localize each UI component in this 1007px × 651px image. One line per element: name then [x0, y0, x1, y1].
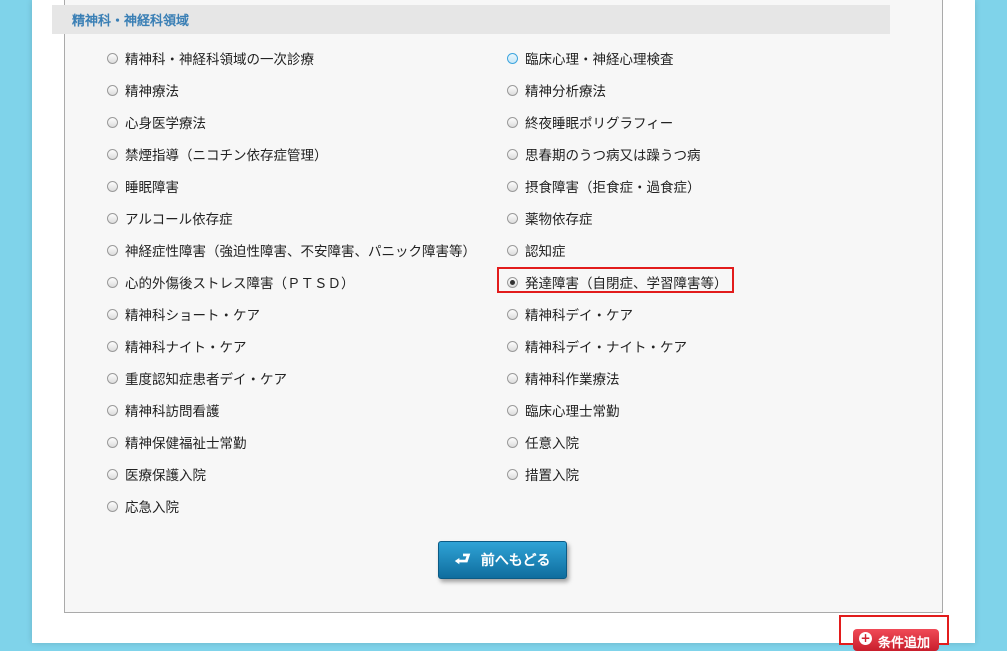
radio-option-label: 薬物依存症 — [525, 212, 593, 228]
radio-option[interactable]: 精神科作業療法 — [507, 368, 620, 388]
radio-option-label: 医療保護入院 — [125, 468, 206, 484]
section-header: 精神科・神経科領域 — [52, 5, 890, 34]
radio-button[interactable] — [107, 148, 118, 160]
radio-option-label: 臨床心理士常勤 — [525, 404, 620, 420]
back-button[interactable]: ⮐ 前へもどる — [438, 541, 567, 579]
radio-option-label: 任意入院 — [525, 436, 579, 452]
radio-button[interactable] — [507, 468, 518, 480]
add-condition-label: 条件追加 — [878, 636, 931, 651]
radio-option[interactable]: 応急入院 — [107, 496, 179, 516]
radio-option-label: 精神科ショート・ケア — [125, 308, 260, 324]
radio-button[interactable] — [507, 148, 518, 160]
radio-option-label: 重度認知症患者デイ・ケア — [125, 372, 287, 388]
radio-button[interactable] — [507, 404, 518, 416]
add-condition-button[interactable]: + 条件追加 — [853, 629, 939, 651]
radio-option[interactable]: 臨床心理・神経心理検査 — [507, 48, 674, 68]
radio-button[interactable] — [107, 276, 118, 288]
radio-button[interactable] — [507, 116, 518, 128]
radio-option-label: 精神科デイ・ナイト・ケア — [525, 340, 687, 356]
back-button-label: 前へもどる — [480, 553, 551, 569]
plus-icon: + — [859, 631, 872, 645]
radio-option[interactable]: 精神科訪問看護 — [107, 400, 220, 420]
radio-option-label: 心身医学療法 — [125, 116, 206, 132]
radio-option[interactable]: 臨床心理士常勤 — [507, 400, 620, 420]
radio-option[interactable]: 任意入院 — [507, 432, 579, 452]
radio-option-label: 認知症 — [525, 244, 566, 260]
radio-option-label: 精神科・神経科領域の一次診療 — [125, 52, 314, 68]
radio-option-label: 措置入院 — [525, 468, 579, 484]
radio-button[interactable] — [507, 52, 518, 64]
radio-option[interactable]: 心的外傷後ストレス障害（ＰＴＳＤ） — [107, 272, 355, 292]
radio-button[interactable] — [507, 212, 518, 224]
selection-highlight — [497, 267, 734, 293]
radio-option-label: 臨床心理・神経心理検査 — [525, 52, 674, 68]
radio-button[interactable] — [107, 436, 118, 448]
radio-option[interactable]: 医療保護入院 — [107, 464, 206, 484]
arrow-left-icon: ⮐ — [454, 549, 471, 570]
radio-button[interactable] — [507, 372, 518, 384]
radio-option-label: 精神療法 — [125, 84, 179, 100]
radio-button[interactable] — [107, 308, 118, 320]
radio-option-label: 精神科作業療法 — [525, 372, 620, 388]
radio-button[interactable] — [107, 84, 118, 96]
radio-button[interactable] — [107, 340, 118, 352]
radio-button[interactable] — [507, 340, 518, 352]
radio-option[interactable]: 思春期のうつ病又は躁うつ病 — [507, 144, 701, 164]
radio-option-label: 精神科訪問看護 — [125, 404, 220, 420]
radio-button[interactable] — [107, 180, 118, 192]
radio-button[interactable] — [107, 52, 118, 64]
radio-option[interactable]: 措置入院 — [507, 464, 579, 484]
radio-option-label: 心的外傷後ストレス障害（ＰＴＳＤ） — [125, 276, 355, 292]
radio-option-label: 精神科ナイト・ケア — [125, 340, 247, 356]
radio-button[interactable] — [507, 84, 518, 96]
radio-option-label: 終夜睡眠ポリグラフィー — [525, 116, 674, 132]
radio-option[interactable]: 精神科ショート・ケア — [107, 304, 260, 324]
radio-button[interactable] — [507, 244, 518, 256]
radio-option-label: 精神保健福祉士常勤 — [125, 436, 247, 452]
radio-option-label: 神経症性障害（強迫性障害、不安障害、パニック障害等） — [125, 244, 476, 260]
section-title: 精神科・神経科領域 — [72, 14, 190, 29]
radio-button[interactable] — [507, 436, 518, 448]
radio-option[interactable]: 心身医学療法 — [107, 112, 206, 132]
radio-option[interactable]: 神経症性障害（強迫性障害、不安障害、パニック障害等） — [107, 240, 476, 260]
radio-option[interactable]: 精神分析療法 — [507, 80, 606, 100]
radio-option[interactable]: アルコール依存症 — [107, 208, 233, 228]
radio-button[interactable] — [107, 372, 118, 384]
radio-option[interactable]: 精神保健福祉士常勤 — [107, 432, 247, 452]
radio-option-label: アルコール依存症 — [125, 212, 233, 228]
radio-button[interactable] — [507, 180, 518, 192]
radio-option[interactable]: 精神療法 — [107, 80, 179, 100]
radio-option-label: 禁煙指導（ニコチン依存症管理） — [125, 148, 328, 164]
radio-option[interactable]: 精神科デイ・ケア — [507, 304, 633, 324]
radio-option-label: 精神科デイ・ケア — [525, 308, 633, 324]
radio-button[interactable] — [107, 212, 118, 224]
radio-button[interactable] — [107, 468, 118, 480]
radio-option[interactable]: 終夜睡眠ポリグラフィー — [507, 112, 673, 132]
radio-option[interactable]: 重度認知症患者デイ・ケア — [107, 368, 287, 388]
radio-button[interactable] — [107, 500, 118, 512]
radio-option[interactable]: 精神科デイ・ナイト・ケア — [507, 336, 687, 356]
radio-button[interactable] — [107, 404, 118, 416]
radio-option[interactable]: 精神科ナイト・ケア — [107, 336, 247, 356]
radio-option-label: 思春期のうつ病又は躁うつ病 — [525, 148, 701, 164]
radio-button[interactable] — [507, 308, 518, 320]
radio-option-label: 精神分析療法 — [525, 84, 606, 100]
radio-option[interactable]: 認知症 — [507, 240, 566, 260]
radio-option[interactable]: 禁煙指導（ニコチン依存症管理） — [107, 144, 328, 164]
radio-option[interactable]: 睡眠障害 — [107, 176, 179, 196]
radio-option-label: 摂食障害（拒食症・過食症） — [525, 180, 701, 196]
radio-option[interactable]: 薬物依存症 — [507, 208, 593, 228]
radio-button[interactable] — [107, 244, 118, 256]
radio-option-label: 応急入院 — [125, 500, 179, 516]
radio-option[interactable]: 摂食障害（拒食症・過食症） — [507, 176, 701, 196]
radio-button[interactable] — [107, 116, 118, 128]
radio-option[interactable]: 精神科・神経科領域の一次診療 — [107, 48, 314, 68]
radio-option-label: 睡眠障害 — [125, 180, 179, 196]
